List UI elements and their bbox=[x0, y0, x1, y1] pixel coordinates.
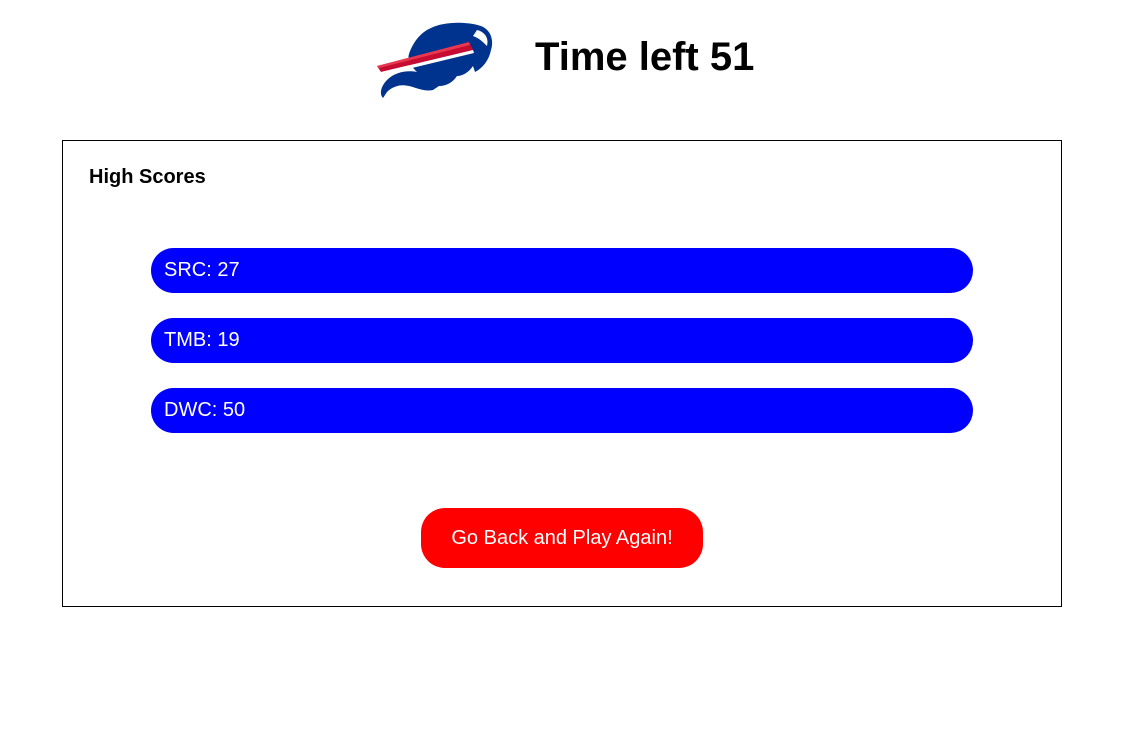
score-entry: SRC: 27 bbox=[151, 248, 973, 293]
timer-display: Time left 51 bbox=[535, 35, 755, 79]
high-scores-panel: High Scores SRC: 27 TMB: 19 DWC: 50 Go B… bbox=[62, 140, 1062, 607]
play-again-button[interactable]: Go Back and Play Again! bbox=[421, 508, 703, 568]
bison-logo-icon bbox=[373, 20, 495, 100]
panel-title: High Scores bbox=[89, 166, 206, 188]
score-entry: TMB: 19 bbox=[151, 318, 973, 363]
score-entry: DWC: 50 bbox=[151, 388, 973, 433]
header: Time left 51 bbox=[0, 0, 1140, 120]
score-list: SRC: 27 TMB: 19 DWC: 50 bbox=[151, 248, 973, 458]
